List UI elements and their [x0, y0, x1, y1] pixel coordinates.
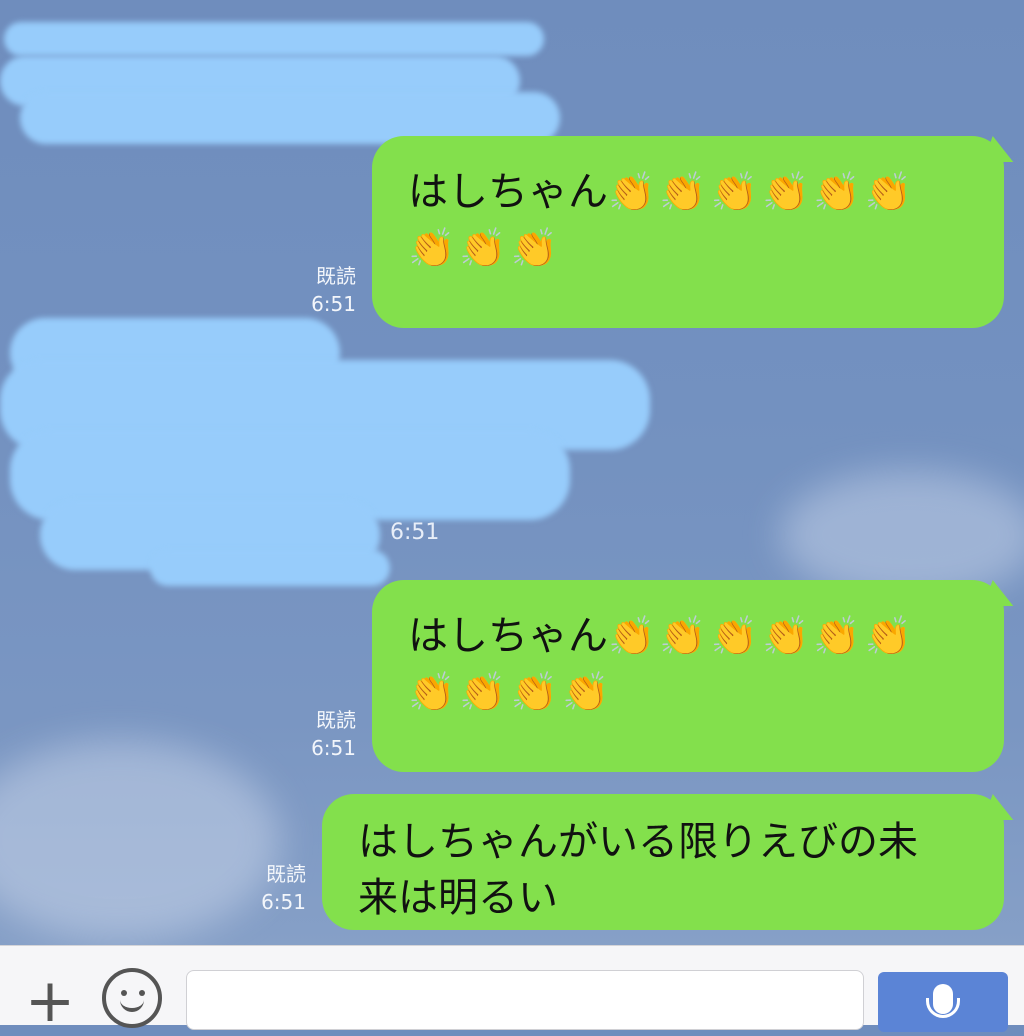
- message-time: 6:51: [311, 292, 356, 316]
- clap-icon: 👏: [408, 670, 456, 714]
- clap-icon: 👏: [659, 170, 707, 214]
- mic-stand-icon: [926, 998, 960, 1018]
- read-receipt: 既読: [316, 708, 356, 732]
- clap-icon: 👏: [510, 670, 558, 714]
- bubble-tail: [983, 136, 1023, 162]
- clap-icon: 👏: [864, 614, 912, 658]
- clap-icon: 👏: [608, 614, 656, 658]
- clap-icon: 👏: [408, 226, 456, 270]
- incoming-message-time: 6:51: [390, 520, 440, 545]
- message-time: 6:51: [311, 736, 356, 760]
- message-text-input[interactable]: [186, 970, 864, 1030]
- clap-icon: 👏: [561, 670, 610, 714]
- background-cloud: [0, 740, 280, 940]
- clap-icon: 👏: [459, 670, 507, 714]
- clap-icon: 👏: [710, 170, 758, 214]
- emoji-mouth: [120, 994, 144, 1012]
- message-text: はしちゃん: [408, 613, 608, 659]
- redacted-incoming-message: [4, 22, 544, 56]
- message-input-bar: +: [0, 945, 1024, 1032]
- sent-message-bubble[interactable]: はしちゃん👏 👏 👏 👏 👏 👏 👏 👏 👏 👏: [372, 580, 1023, 772]
- sent-message-bubble[interactable]: はしちゃん👏 👏 👏 👏 👏 👏 👏 👏 👏: [372, 136, 1023, 328]
- clap-icon: 👏: [864, 170, 912, 214]
- clap-icon: 👏: [761, 170, 810, 214]
- clap-icon: 👏: [459, 226, 507, 270]
- message-meta: 既読 6:51: [296, 262, 356, 318]
- read-receipt: 既読: [266, 862, 306, 886]
- plus-icon: +: [24, 966, 76, 1036]
- message-time: 6:51: [261, 890, 306, 914]
- message-text-line: 来は明るい: [358, 875, 558, 921]
- sent-message-bubble[interactable]: はしちゃんがいる限りえびの未 来は明るい: [322, 794, 1023, 930]
- read-receipt: 既読: [316, 264, 356, 288]
- redacted-incoming-message: [150, 550, 390, 586]
- message-meta: 既読 6:51: [296, 706, 356, 762]
- clap-icon: 👏: [659, 614, 707, 658]
- plus-button[interactable]: +: [20, 971, 80, 1031]
- clap-icon: 👏: [710, 614, 758, 658]
- clap-icon: 👏: [510, 226, 558, 270]
- clap-icon: 👏: [813, 614, 861, 658]
- message-meta: 既読 6:51: [246, 860, 306, 916]
- clap-icon: 👏: [608, 170, 656, 214]
- clap-icon: 👏: [813, 170, 861, 214]
- voice-input-button[interactable]: [878, 972, 1008, 1032]
- clap-icon: 👏: [761, 614, 810, 658]
- message-text-line: はしちゃんがいる限りえびの未: [358, 819, 918, 865]
- bubble-tail: [983, 794, 1023, 820]
- smile-face-icon[interactable]: [102, 968, 162, 1028]
- message-text: はしちゃん: [408, 169, 608, 215]
- chat-area[interactable]: はしちゃん👏 👏 👏 👏 👏 👏 👏 👏 👏 既読 6:51 6:51 はしちゃん👏 👏 👏 👏 👏 👏 👏…: [0, 0, 1024, 945]
